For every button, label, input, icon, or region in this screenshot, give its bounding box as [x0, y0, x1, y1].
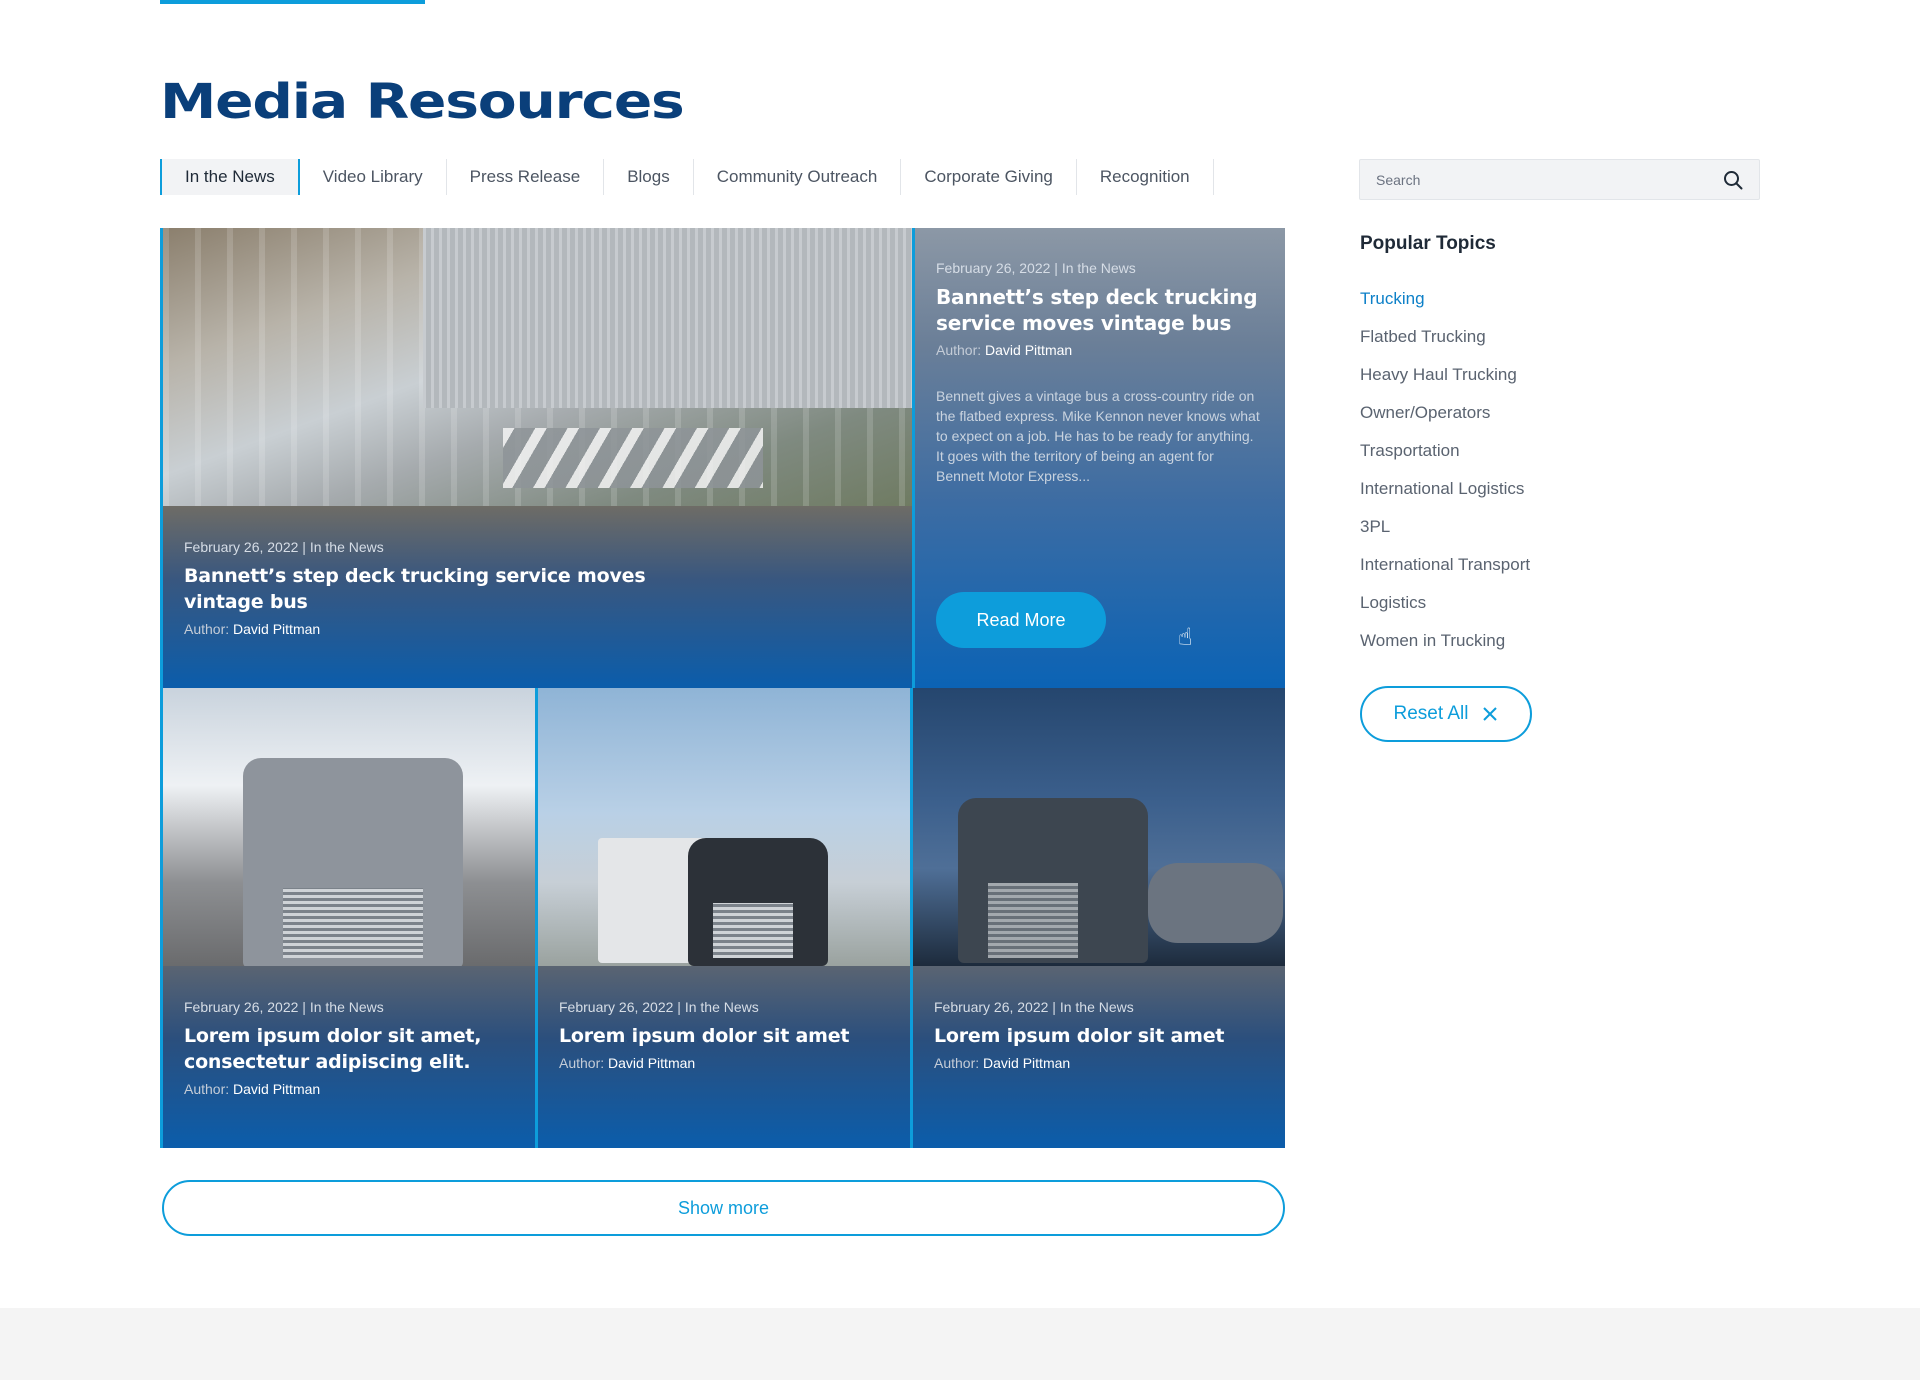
topic-international-transport[interactable]: International Transport [1360, 555, 1530, 593]
search-input[interactable] [1360, 160, 1700, 199]
article-card[interactable]: February 26, 2022 | In the News Lorem ip… [910, 688, 1285, 1148]
article-author: Author: David Pittman [184, 621, 892, 637]
author-label: Author: [936, 342, 986, 358]
author-label: Author: [184, 1081, 234, 1097]
article-body: February 26, 2022 | In the News Lorem ip… [559, 999, 890, 1071]
article-author: Author: David Pittman [559, 1055, 890, 1071]
popular-topics-title: Popular Topics [1360, 233, 1496, 254]
reset-all-button[interactable]: Reset All [1360, 686, 1532, 742]
top-accent-bar [160, 0, 425, 4]
mack-truck-image [538, 688, 910, 966]
author-name: David Pittman [233, 1081, 321, 1097]
search-box [1359, 159, 1760, 200]
article-title[interactable]: Lorem ipsum dolor sit amet [559, 1023, 890, 1049]
tab-corporate-giving[interactable]: Corporate Giving [901, 159, 1077, 195]
tab-in-the-news[interactable]: In the News [160, 159, 300, 195]
close-icon [1483, 707, 1498, 721]
author-label: Author: [934, 1055, 984, 1071]
topic-logistics[interactable]: Logistics [1360, 593, 1530, 631]
truck-front-image [163, 688, 535, 968]
media-tabs: In the News Video Library Press Release … [160, 159, 1214, 195]
topic-international-logistics[interactable]: International Logistics [1360, 479, 1530, 517]
article-meta: February 26, 2022 | In the News [559, 999, 759, 1015]
author-name: David Pittman [608, 1055, 696, 1071]
tab-press-release[interactable]: Press Release [447, 159, 605, 195]
article-card[interactable]: February 26, 2022 | In the News Lorem ip… [160, 688, 535, 1148]
warehouse-aerial-image [163, 228, 912, 506]
article-title[interactable]: Lorem ipsum dolor sit amet [934, 1023, 1265, 1049]
topic-3pl[interactable]: 3PL [1360, 517, 1530, 555]
truck-grille [713, 903, 793, 958]
tab-community-outreach[interactable]: Community Outreach [694, 159, 902, 195]
tanker-truck-image [913, 688, 1285, 966]
article-card[interactable]: February 26, 2022 | In the News Lorem ip… [535, 688, 910, 1148]
page-title: Media Resources [160, 74, 685, 130]
topic-trucking[interactable]: Trucking [1360, 289, 1530, 327]
warehouse-roof [423, 228, 912, 408]
featured-article-card[interactable]: February 26, 2022 | In the News Bannett’… [912, 228, 1285, 688]
tab-blogs[interactable]: Blogs [604, 159, 694, 195]
article-excerpt: Bennett gives a vintage bus a cross-coun… [936, 388, 1260, 484]
article-author: Author: David Pittman [936, 342, 1265, 358]
article-title[interactable]: Bannett’s step deck trucking service mov… [184, 563, 654, 615]
topic-heavy-haul-trucking[interactable]: Heavy Haul Trucking [1360, 365, 1530, 403]
tanker-trailer [1148, 863, 1283, 943]
author-label: Author: [559, 1055, 609, 1071]
article-title[interactable]: Lorem ipsum dolor sit amet, consectetur … [184, 1023, 515, 1075]
search-icon[interactable] [1723, 170, 1743, 190]
article-title[interactable]: Bannett’s step deck trucking service mov… [936, 284, 1265, 336]
author-label: Author: [184, 621, 234, 637]
read-more-button[interactable]: Read More [936, 592, 1106, 648]
hero-article-body: February 26, 2022 | In the News Bannett’… [184, 539, 892, 637]
reset-all-label: Reset All [1393, 703, 1469, 724]
article-author: Author: David Pittman [934, 1055, 1265, 1071]
topic-women-in-trucking[interactable]: Women in Trucking [1360, 631, 1530, 669]
featured-article-body: February 26, 2022 | In the News Bannett’… [936, 260, 1265, 486]
article-meta: February 26, 2022 | In the News [184, 999, 384, 1015]
hand-cursor-icon: ☝ [1178, 624, 1193, 651]
show-more-button[interactable]: Show more [162, 1180, 1285, 1236]
article-author: Author: David Pittman [184, 1081, 515, 1097]
article-body: February 26, 2022 | In the News Lorem ip… [934, 999, 1265, 1071]
footer-band [0, 1308, 1920, 1380]
author-name: David Pittman [233, 621, 321, 637]
topic-owner-operators[interactable]: Owner/Operators [1360, 403, 1530, 441]
topic-trasportation[interactable]: Trasportation [1360, 441, 1530, 479]
tab-video-library[interactable]: Video Library [300, 159, 447, 195]
topic-flatbed-trucking[interactable]: Flatbed Trucking [1360, 327, 1530, 365]
truck-grille [988, 883, 1078, 958]
article-meta: February 26, 2022 | In the News [936, 260, 1136, 276]
popular-topics-list: Trucking Flatbed Trucking Heavy Haul Tru… [1360, 289, 1530, 669]
truck-grille [283, 888, 423, 958]
article-grid: February 26, 2022 | In the News Bannett’… [160, 228, 1285, 1148]
author-name: David Pittman [985, 342, 1073, 358]
hero-article-card[interactable]: February 26, 2022 | In the News Bannett’… [160, 228, 912, 688]
article-body: February 26, 2022 | In the News Lorem ip… [184, 999, 515, 1097]
tab-recognition[interactable]: Recognition [1077, 159, 1214, 195]
article-meta: February 26, 2022 | In the News [934, 999, 1134, 1015]
article-meta: February 26, 2022 | In the News [184, 539, 384, 555]
author-name: David Pittman [983, 1055, 1071, 1071]
trailer-bays [503, 428, 763, 488]
